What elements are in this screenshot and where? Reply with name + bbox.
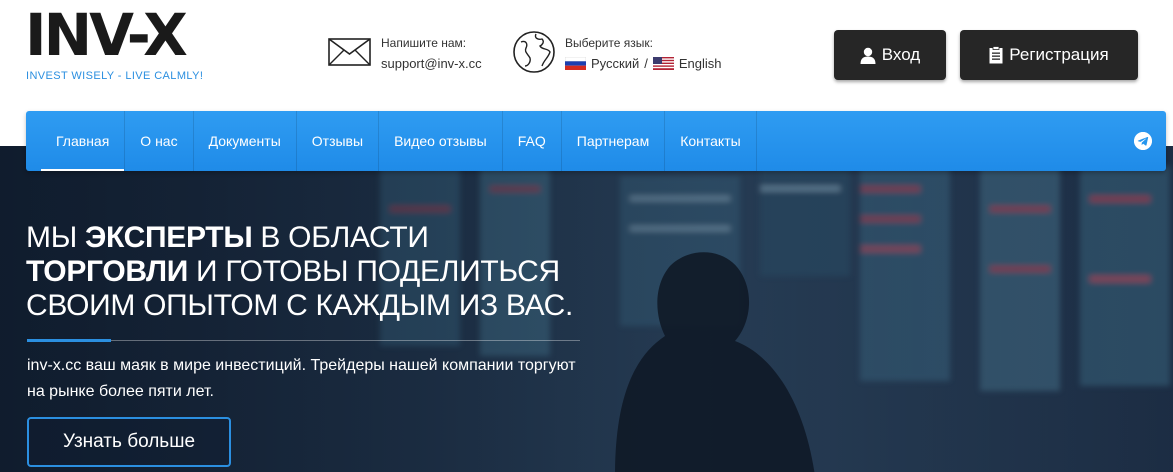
nav-item-reviews[interactable]: Отзывы bbox=[297, 111, 380, 171]
logo-text: INV-X bbox=[25, 1, 188, 69]
nav-item-video-reviews[interactable]: Видео отзывы bbox=[379, 111, 503, 171]
clipboard-icon bbox=[989, 46, 1003, 64]
hero-title: МЫ ЭКСПЕРТЫ В ОБЛАСТИ ТОРГОВЛИ И ГОТОВЫ … bbox=[26, 221, 586, 323]
mail-icon bbox=[328, 38, 371, 66]
nav-item-about[interactable]: О нас bbox=[125, 111, 194, 171]
nav-item-partners[interactable]: Партнерам bbox=[562, 111, 666, 171]
hero-title-bold: ЭКСПЕРТЫ bbox=[84, 221, 253, 254]
globe-icon bbox=[513, 31, 555, 73]
contact-block: Напишите нам: support@inv-x.cc bbox=[328, 34, 498, 78]
lang-separator: / bbox=[644, 56, 648, 71]
logo[interactable]: INV-X INVEST WISELY - LIVE CALMLY! bbox=[25, 2, 215, 84]
contact-label: Напишите нам: bbox=[381, 36, 467, 50]
hero-divider-accent bbox=[27, 339, 111, 342]
hero-title-bold: ТОРГОВЛИ bbox=[26, 255, 188, 288]
language-selector: Выберите язык: Русский / English bbox=[512, 30, 742, 76]
language-options: Русский / English bbox=[565, 56, 722, 71]
nav-items: Главная О нас Документы Отзывы Видео отз… bbox=[41, 111, 757, 171]
flag-ru-icon bbox=[565, 57, 586, 70]
login-label: Вход bbox=[881, 45, 921, 64]
main-navigation: Главная О нас Документы Отзывы Видео отз… bbox=[26, 111, 1166, 171]
nav-item-contacts[interactable]: Контакты bbox=[665, 111, 757, 171]
flag-us-icon bbox=[652, 57, 674, 70]
language-label: Выберите язык: bbox=[565, 36, 653, 50]
nav-item-faq[interactable]: FAQ bbox=[503, 111, 562, 171]
person-silhouette bbox=[615, 252, 815, 472]
hero-description: inv-x.cc ваш маяк в мире инвестиций. Тре… bbox=[27, 357, 576, 400]
register-button[interactable]: Регистрация bbox=[960, 30, 1138, 80]
site-header: INV-X INVEST WISELY - LIVE CALMLY! Напиш… bbox=[0, 0, 1173, 112]
login-button[interactable]: Вход bbox=[834, 30, 946, 80]
user-icon bbox=[860, 47, 876, 64]
hero-section: МЫ ЭКСПЕРТЫ В ОБЛАСТИ ТОРГОВЛИ И ГОТОВЫ … bbox=[0, 146, 1173, 472]
lang-russian-link[interactable]: Русский bbox=[591, 56, 639, 71]
contact-email-link[interactable]: support@inv-x.cc bbox=[381, 56, 482, 71]
hero-title-part: В ОБЛАСТИ bbox=[252, 221, 429, 254]
nav-item-home[interactable]: Главная bbox=[41, 111, 126, 171]
logo-tagline: INVEST WISELY - LIVE CALMLY! bbox=[26, 70, 204, 82]
hero-title-part: МЫ bbox=[26, 221, 85, 254]
register-label: Регистрация bbox=[1009, 45, 1109, 64]
lang-english-link[interactable]: English bbox=[679, 56, 722, 71]
telegram-icon[interactable] bbox=[1134, 132, 1152, 150]
learn-more-button[interactable]: Узнать больше bbox=[27, 417, 231, 467]
nav-item-documents[interactable]: Документы bbox=[194, 111, 297, 171]
